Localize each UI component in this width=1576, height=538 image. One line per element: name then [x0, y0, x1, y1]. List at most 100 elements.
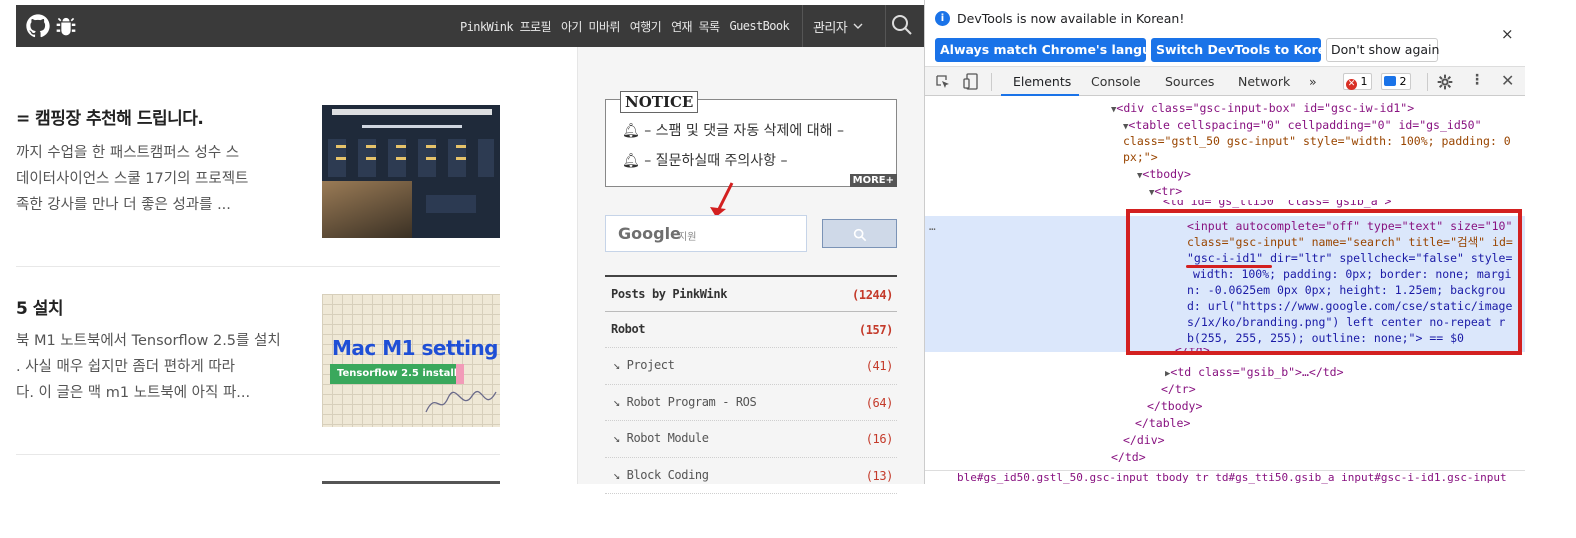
- post-excerpt: 북 M1 노트북에서 Tensorflow 2.5를 설치 . 사실 매우 쉽지…: [16, 328, 291, 406]
- close-icon[interactable]: ×: [1501, 25, 1514, 43]
- category-name: ↘ Robot Program - ROS: [613, 394, 757, 409]
- code-line: class="gstl_50 gsc-input" style="width: …: [1123, 134, 1511, 148]
- category-header[interactable]: Posts by PinkWink (1244): [605, 275, 897, 312]
- post-item[interactable]: = 캠핑장 추천해 드립니다. 까지 수업을 한 패스트캠퍼스 성수 스 데이터…: [16, 100, 500, 240]
- inspect-element-icon[interactable]: [935, 74, 951, 90]
- code-line[interactable]: </table>: [1135, 415, 1190, 431]
- device-toolbar-icon[interactable]: [963, 73, 979, 90]
- code-line[interactable]: <td id="gs_tti50" class="gsib_a">: [1163, 200, 1391, 208]
- category-count: (64): [865, 395, 894, 410]
- language-infobar: i DevTools is now available in Korean! A…: [925, 0, 1525, 66]
- close-devtools-icon[interactable]: ✕: [1501, 71, 1514, 90]
- error-count-badge[interactable]: ✕ 1: [1343, 73, 1372, 90]
- github-icon[interactable]: [24, 12, 52, 40]
- gear-icon[interactable]: [1437, 74, 1453, 90]
- notice-item[interactable]: 🔔︎ – 질문하실때 주의사항 –: [622, 150, 788, 170]
- category-item-robot-module[interactable]: ↘ Robot Module (16): [605, 421, 897, 458]
- code-line[interactable]: ▼<tbody>: [1137, 166, 1191, 184]
- category-name: Robot: [611, 321, 646, 336]
- nav-series[interactable]: 연재 목록: [671, 18, 720, 35]
- notice-item[interactable]: 🔔︎ – 스팸 및 댓글 자동 삭제에 대해 –: [622, 120, 844, 140]
- search-icon: [853, 228, 867, 242]
- devtools-tab-bar: Elements Console Sources Network » ✕ 1 2…: [925, 66, 1525, 96]
- code-line[interactable]: </tr>: [1161, 381, 1196, 397]
- category-item-robot[interactable]: Robot (157): [605, 312, 897, 348]
- post-title[interactable]: 5 설치: [16, 294, 64, 319]
- post-thumbnail[interactable]: Mac M1 setting Tensorflow 2.5 install: [322, 294, 500, 427]
- red-highlight-box: [1126, 209, 1522, 355]
- excerpt-line: 북 M1 노트북에서 Tensorflow 2.5를 설치: [16, 333, 281, 349]
- blog-top-bar: PinkWink 프로필 아기 미바뤼 여행기 연재 목록 GuestBook …: [16, 5, 924, 47]
- thumbnail-badge: Tensorflow 2.5 install: [330, 364, 457, 384]
- post-excerpt: 까지 수업을 한 패스트캠퍼스 성수 스 데이터사이언스 스쿨 17기의 프로젝…: [16, 140, 291, 218]
- notice-item-label: – 질문하실때 주의사항 –: [644, 153, 788, 169]
- code-line[interactable]: ▼<tr>: [1149, 183, 1182, 201]
- post-title[interactable]: = 캠핑장 추천해 드립니다.: [16, 104, 204, 129]
- excerpt-line: 다. 이 글은 맥 m1 노트북에 아직 파...: [16, 385, 251, 401]
- switch-korean-button[interactable]: Switch DevTools to Korean: [1151, 38, 1344, 62]
- bell-icon: 🔔︎: [622, 153, 640, 169]
- category-item-robot-program[interactable]: ↘ Robot Program - ROS (64): [605, 385, 897, 421]
- search-button[interactable]: [822, 219, 897, 248]
- category-count: (41): [865, 359, 894, 373]
- nav-travel[interactable]: 여행기: [630, 18, 662, 35]
- nav-profile[interactable]: PinkWink 프로필: [460, 18, 552, 35]
- tab-console[interactable]: Console: [1091, 74, 1141, 89]
- category-item-block-coding[interactable]: ↘ Block Coding (13): [605, 458, 897, 494]
- category-count: (157): [858, 322, 894, 337]
- more-button[interactable]: MORE+: [849, 174, 897, 187]
- category-item-project[interactable]: ↘ Project (41): [605, 348, 897, 385]
- search-icon[interactable]: [890, 13, 914, 37]
- message-count: 2: [1399, 75, 1407, 88]
- nav-guestbook[interactable]: GuestBook: [730, 19, 790, 33]
- error-icon: ✕: [1346, 79, 1357, 90]
- category-count: (1244): [852, 288, 893, 302]
- message-count-badge[interactable]: 2: [1381, 73, 1411, 90]
- code-line[interactable]: ▶<td class="gsib_b">…</td>: [1165, 364, 1344, 382]
- category-name: ↘ Robot Module: [613, 431, 709, 445]
- admin-label: 관리자: [813, 20, 848, 36]
- sub-arrow-icon: ↘: [613, 467, 627, 482]
- match-language-button[interactable]: Always match Chrome's language: [935, 38, 1177, 62]
- error-count: 1: [1360, 75, 1368, 88]
- category-name: ↘ Block Coding: [613, 467, 709, 482]
- next-post-thumbnail-edge: [322, 481, 500, 484]
- signature-scribble: [425, 390, 497, 413]
- excerpt-line: 족한 강사를 만나 더 좋은 성과를 ...: [16, 197, 231, 213]
- code-line[interactable]: </td>: [1111, 449, 1146, 465]
- post-thumbnail[interactable]: [322, 105, 500, 238]
- breadcrumb[interactable]: ble#gs_id50.gstl_50.gsc-input tbody tr t…: [925, 470, 1525, 484]
- nav-baby[interactable]: 아기 미바뤼: [561, 18, 620, 35]
- kebab-menu-icon[interactable]: ⋮: [1470, 72, 1484, 88]
- code-line[interactable]: ▼<div class="gsc-input-box" id="gsc-iw-i…: [1111, 100, 1414, 118]
- dont-show-again-button[interactable]: Don't show again: [1326, 38, 1439, 62]
- chevron-down-icon: [853, 23, 863, 29]
- code-line[interactable]: </div>: [1123, 432, 1165, 448]
- tab-network[interactable]: Network: [1238, 74, 1290, 89]
- search-input[interactable]: Google 지원: [605, 215, 807, 252]
- category-name: Posts by PinkWink: [611, 287, 728, 301]
- tab-elements[interactable]: Elements: [1013, 74, 1071, 89]
- category-count: (16): [865, 432, 894, 446]
- more-tabs-button[interactable]: »: [1309, 74, 1317, 89]
- notice-title: NOTICE: [620, 91, 699, 113]
- red-underline-annotation: [1186, 265, 1272, 268]
- sub-arrow-icon: ↘: [613, 431, 627, 445]
- category-count: (13): [865, 468, 894, 483]
- notice-box[interactable]: NOTICE 🔔︎ – 스팸 및 댓글 자동 삭제에 대해 – 🔔︎ – 질문하…: [605, 91, 897, 187]
- category-name: ↘ Project: [613, 358, 675, 372]
- tab-sources[interactable]: Sources: [1165, 74, 1214, 89]
- excerpt-line: 데이터사이언스 스쿨 17기의 프로젝트: [16, 171, 249, 187]
- admin-menu[interactable]: 관리자: [802, 5, 886, 47]
- search-hint: 지원: [678, 232, 697, 243]
- excerpt-line: 까지 수업을 한 패스트캠퍼스 성수 스: [16, 145, 240, 161]
- message-icon: [1384, 76, 1396, 86]
- category-list: Posts by PinkWink (1244) Robot (157) ↘ P…: [605, 275, 897, 494]
- node-actions-ellipsis[interactable]: …: [929, 220, 936, 233]
- sub-arrow-icon: ↘: [613, 358, 627, 372]
- code-line[interactable]: </tbody>: [1147, 398, 1202, 414]
- post-item[interactable]: 5 설치 북 M1 노트북에서 Tensorflow 2.5를 설치 . 사실 …: [16, 290, 500, 430]
- divider: [16, 454, 500, 455]
- bug-icon[interactable]: [52, 12, 80, 40]
- info-icon: i: [935, 11, 950, 26]
